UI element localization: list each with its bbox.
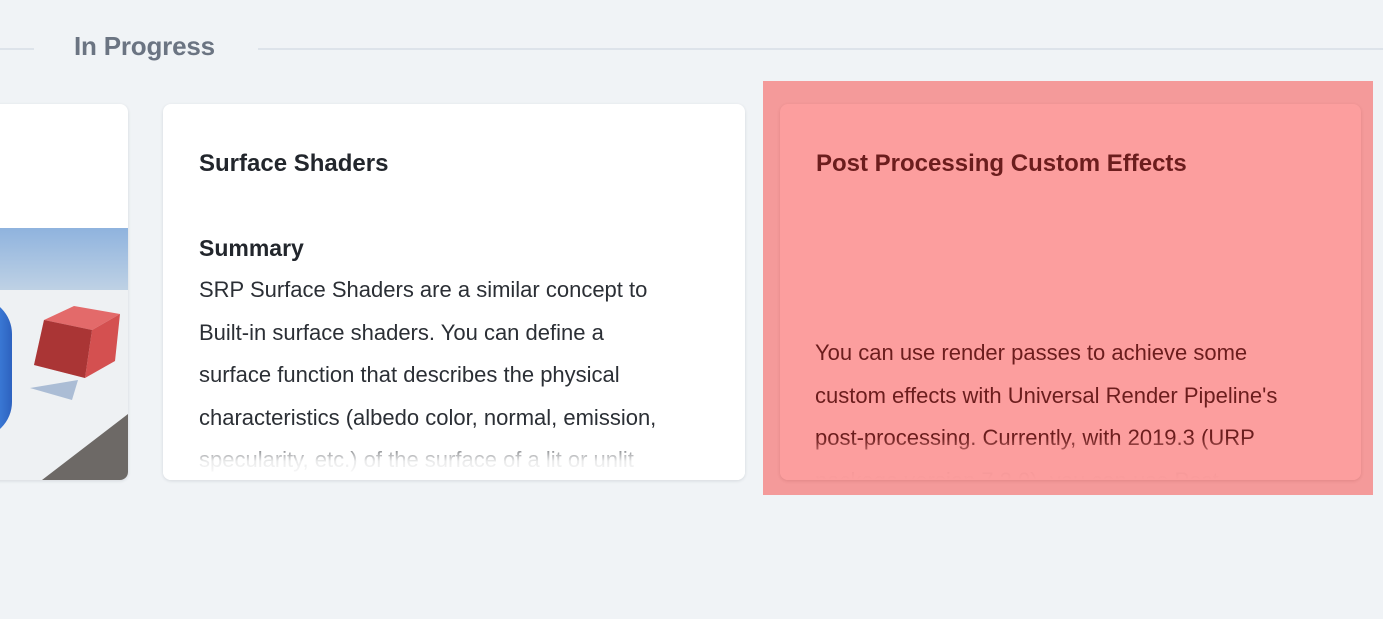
roadmap-page: In Progress Surface Shaders Summary SRP … — [0, 0, 1383, 619]
roadmap-card-partial[interactable] — [0, 104, 128, 480]
card-thumbnail-image — [0, 228, 128, 480]
section-title: In Progress — [74, 31, 215, 61]
card-text-fade — [163, 438, 745, 480]
card-summary-heading: Summary — [199, 235, 304, 261]
section-divider-left — [0, 48, 34, 50]
roadmap-card-post-processing[interactable]: Post Processing Custom Effects You can u… — [780, 104, 1361, 480]
section-header-in-progress: In Progress — [0, 28, 1383, 68]
card-text-fade — [780, 438, 1361, 480]
scene-image — [0, 228, 128, 480]
roadmap-card-surface-shaders[interactable]: Surface Shaders Summary SRP Surface Shad… — [163, 104, 745, 480]
card-title: Surface Shaders — [199, 150, 389, 177]
section-divider-right — [258, 48, 1383, 50]
card-title: Post Processing Custom Effects — [816, 150, 1187, 177]
